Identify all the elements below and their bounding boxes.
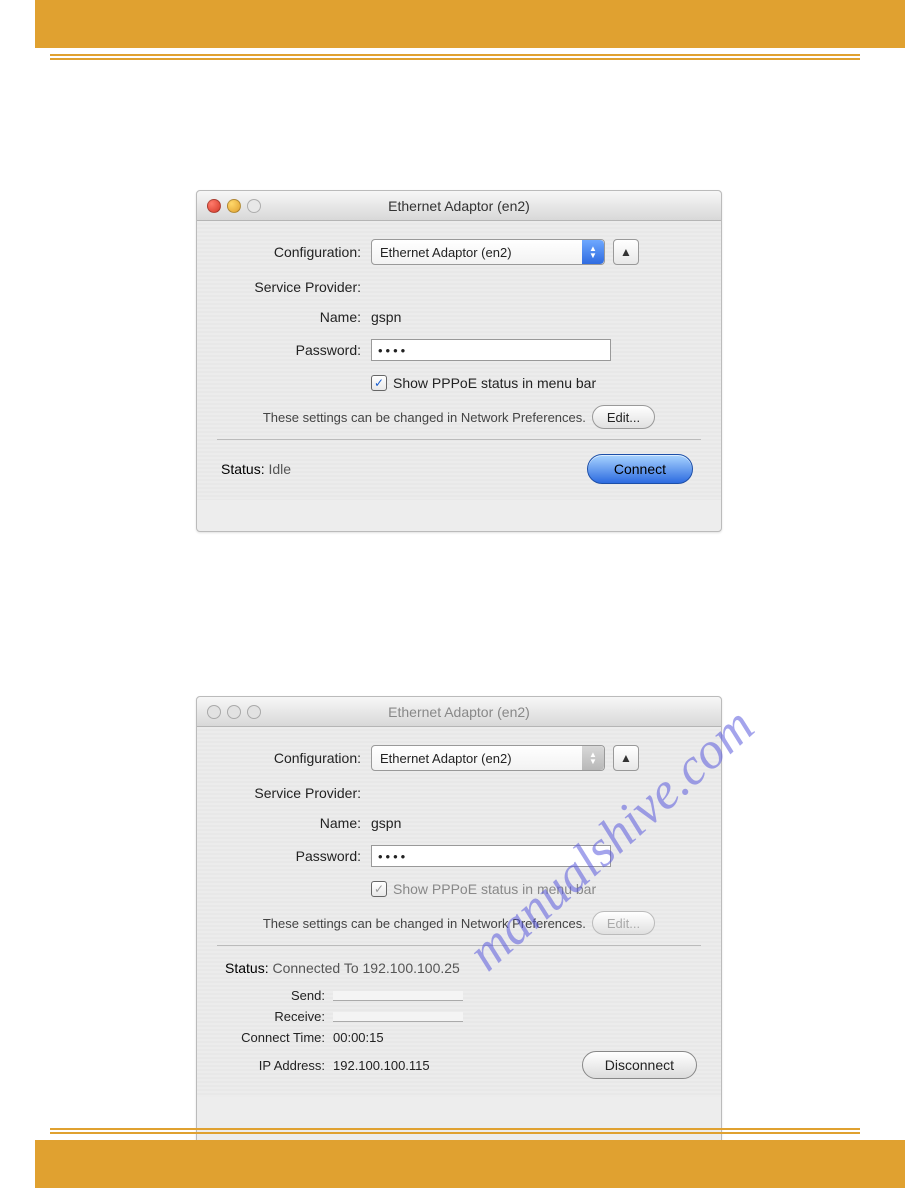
disconnect-button[interactable]: Disconnect [582,1051,697,1079]
triangle-up-icon: ▲ [620,751,632,765]
password-masked: •••• [378,849,408,864]
configuration-label: Configuration: [221,244,371,260]
titlebar[interactable]: Ethernet Adaptor (en2) [197,697,721,727]
configuration-label: Configuration: [221,750,371,766]
configuration-selected: Ethernet Adaptor (en2) [380,245,512,260]
connect-button[interactable]: Connect [587,454,693,484]
window-title: Ethernet Adaptor (en2) [197,198,721,214]
password-masked: •••• [378,343,408,358]
connect-time-value: 00:00:15 [333,1030,384,1045]
password-input[interactable]: •••• [371,845,611,867]
page-header-bar [35,0,905,48]
name-label: Name: [221,815,371,831]
select-arrows-icon: ▲▼ [582,240,604,264]
password-input[interactable]: •••• [371,339,611,361]
status-label: Status: [221,461,265,477]
receive-meter [333,1012,463,1022]
name-label: Name: [221,309,371,325]
receive-label: Receive: [221,1009,333,1024]
send-label: Send: [221,988,333,1003]
divider [217,439,701,440]
titlebar[interactable]: Ethernet Adaptor (en2) [197,191,721,221]
connect-time-label: Connect Time: [221,1030,333,1045]
collapse-toggle-button[interactable]: ▲ [613,239,639,265]
send-meter [333,991,463,1001]
name-value: gspn [371,309,697,325]
status-value: Connected To 192.100.100.25 [272,960,459,976]
service-provider-label: Service Provider: [221,785,371,801]
page-footer-bar [35,1140,905,1188]
status-label: Status: [225,960,269,976]
edit-button: Edit... [592,911,655,935]
show-status-checkbox[interactable]: ✓ [371,881,387,897]
pppoe-window-idle: Ethernet Adaptor (en2) Configuration: Et… [196,190,722,532]
edit-button[interactable]: Edit... [592,405,655,429]
page-footer-rule [50,1128,860,1134]
name-value: gspn [371,815,697,831]
network-prefs-hint: These settings can be changed in Network… [263,410,586,425]
collapse-toggle-button[interactable]: ▲ [613,745,639,771]
show-status-checkbox[interactable]: ✓ [371,375,387,391]
network-prefs-hint: These settings can be changed in Network… [263,916,586,931]
select-arrows-icon: ▲▼ [582,746,604,770]
status-value: Idle [268,461,291,477]
configuration-select[interactable]: Ethernet Adaptor (en2) ▲▼ [371,239,605,265]
page-header-rule [50,54,860,60]
triangle-up-icon: ▲ [620,245,632,259]
configuration-selected: Ethernet Adaptor (en2) [380,751,512,766]
service-provider-label: Service Provider: [221,279,371,295]
ip-address-label: IP Address: [221,1058,333,1073]
pppoe-window-connected: Ethernet Adaptor (en2) Configuration: Et… [196,696,722,1160]
configuration-select[interactable]: Ethernet Adaptor (en2) ▲▼ [371,745,605,771]
ip-address-value: 192.100.100.115 [333,1058,430,1073]
password-label: Password: [221,342,371,358]
window-title: Ethernet Adaptor (en2) [197,704,721,720]
show-status-checkbox-label: Show PPPoE status in menu bar [393,375,596,391]
show-status-checkbox-label: Show PPPoE status in menu bar [393,881,596,897]
password-label: Password: [221,848,371,864]
divider [217,945,701,946]
